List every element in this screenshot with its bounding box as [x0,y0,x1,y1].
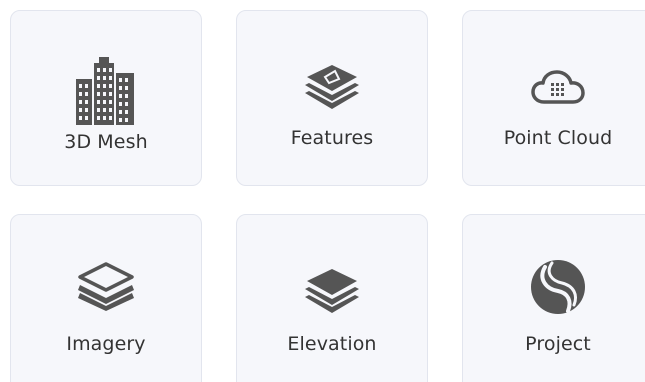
tile-label: Point Cloud [503,127,613,149]
tile-label: 3D Mesh [64,131,148,153]
data-type-grid: 3D Mesh Features Point Cloud Imagery Ele… [0,0,645,382]
tile-label: Features [290,127,374,149]
cloud-icon [463,69,645,105]
tile-point-cloud[interactable]: Point Cloud [462,10,645,186]
stack-outline-icon [11,261,201,311]
layers-solid-icon [237,267,427,313]
layers-icon [237,63,427,109]
buildings-icon [11,57,201,125]
tile-label: Project [525,333,591,355]
tile-project[interactable]: Project [462,214,645,382]
tile-elevation[interactable]: Elevation [236,214,428,382]
tile-label: Imagery [66,333,146,355]
tile-imagery[interactable]: Imagery [10,214,202,382]
project-logo-icon [463,259,645,315]
tile-3d-mesh[interactable]: 3D Mesh [10,10,202,186]
tile-features[interactable]: Features [236,10,428,186]
tile-label: Elevation [287,333,377,355]
